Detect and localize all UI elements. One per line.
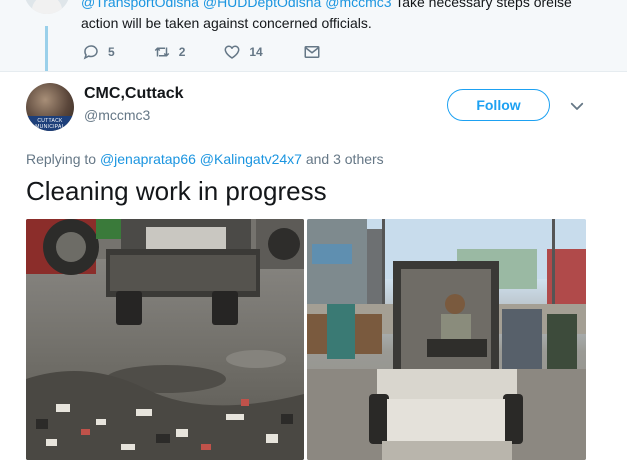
- previous-tweet-avatar[interactable]: [24, 0, 70, 14]
- like-button[interactable]: 14: [223, 43, 263, 61]
- user-handle[interactable]: @mccmc3: [84, 107, 150, 123]
- display-name[interactable]: CMC,Cuttack: [84, 85, 184, 103]
- reply-icon: [83, 45, 98, 60]
- like-count: 14: [249, 45, 263, 59]
- profile-avatar[interactable]: CUTTACK MUNICIPAL: [26, 83, 74, 131]
- mention-link[interactable]: @mccmc3: [325, 0, 391, 10]
- mention-link[interactable]: @TransportOdisha: [81, 0, 199, 10]
- photo-illustration: [307, 219, 586, 460]
- thread-connector-line: [45, 26, 48, 71]
- replying-to-prefix: Replying to: [26, 151, 100, 167]
- reply-count: 5: [108, 45, 115, 59]
- reply-mention-link[interactable]: @Kalingatv24x7: [200, 151, 302, 167]
- reply-button[interactable]: 5: [82, 43, 115, 61]
- follow-button[interactable]: Follow: [447, 89, 550, 121]
- reply-mention-link[interactable]: @jenapratap66: [100, 151, 196, 167]
- tweet-photo-loader-scooping[interactable]: [26, 219, 304, 460]
- avatar-shirt: [32, 0, 62, 14]
- retweet-icon: [154, 47, 169, 57]
- mention-link[interactable]: @HUDDeptOdisha: [203, 0, 321, 10]
- previous-tweet-text-line2: action will be taken against concerned o…: [81, 15, 372, 31]
- direct-message-button[interactable]: [303, 43, 329, 61]
- avatar-seal-text: CUTTACK MUNICIPAL: [35, 118, 65, 130]
- tweet-text: Cleaning work in progress: [26, 176, 327, 206]
- tweet-photo-loader-driving[interactable]: [307, 219, 586, 460]
- retweet-count: 2: [178, 45, 186, 59]
- tweet-divider: [0, 71, 627, 72]
- previous-tweet[interactable]: @TransportOdisha @HUDDeptOdisha @mccmc3 …: [0, 0, 627, 71]
- previous-tweet-text-line1: Take necessary steps orelse: [391, 0, 572, 10]
- photo-illustration: [26, 219, 304, 460]
- previous-tweet-text: @TransportOdisha @HUDDeptOdisha @mccmc3 …: [81, 0, 621, 34]
- replying-to-suffix[interactable]: and 3 others: [302, 151, 384, 167]
- retweet-button[interactable]: 2: [153, 43, 186, 61]
- replying-to: Replying to @jenapratap66 @Kalingatv24x7…: [26, 151, 384, 167]
- envelope-icon: [304, 46, 320, 58]
- tweet-actions: 5 2 14: [82, 42, 367, 62]
- heart-icon: [224, 45, 240, 59]
- chevron-down-icon[interactable]: [568, 97, 586, 115]
